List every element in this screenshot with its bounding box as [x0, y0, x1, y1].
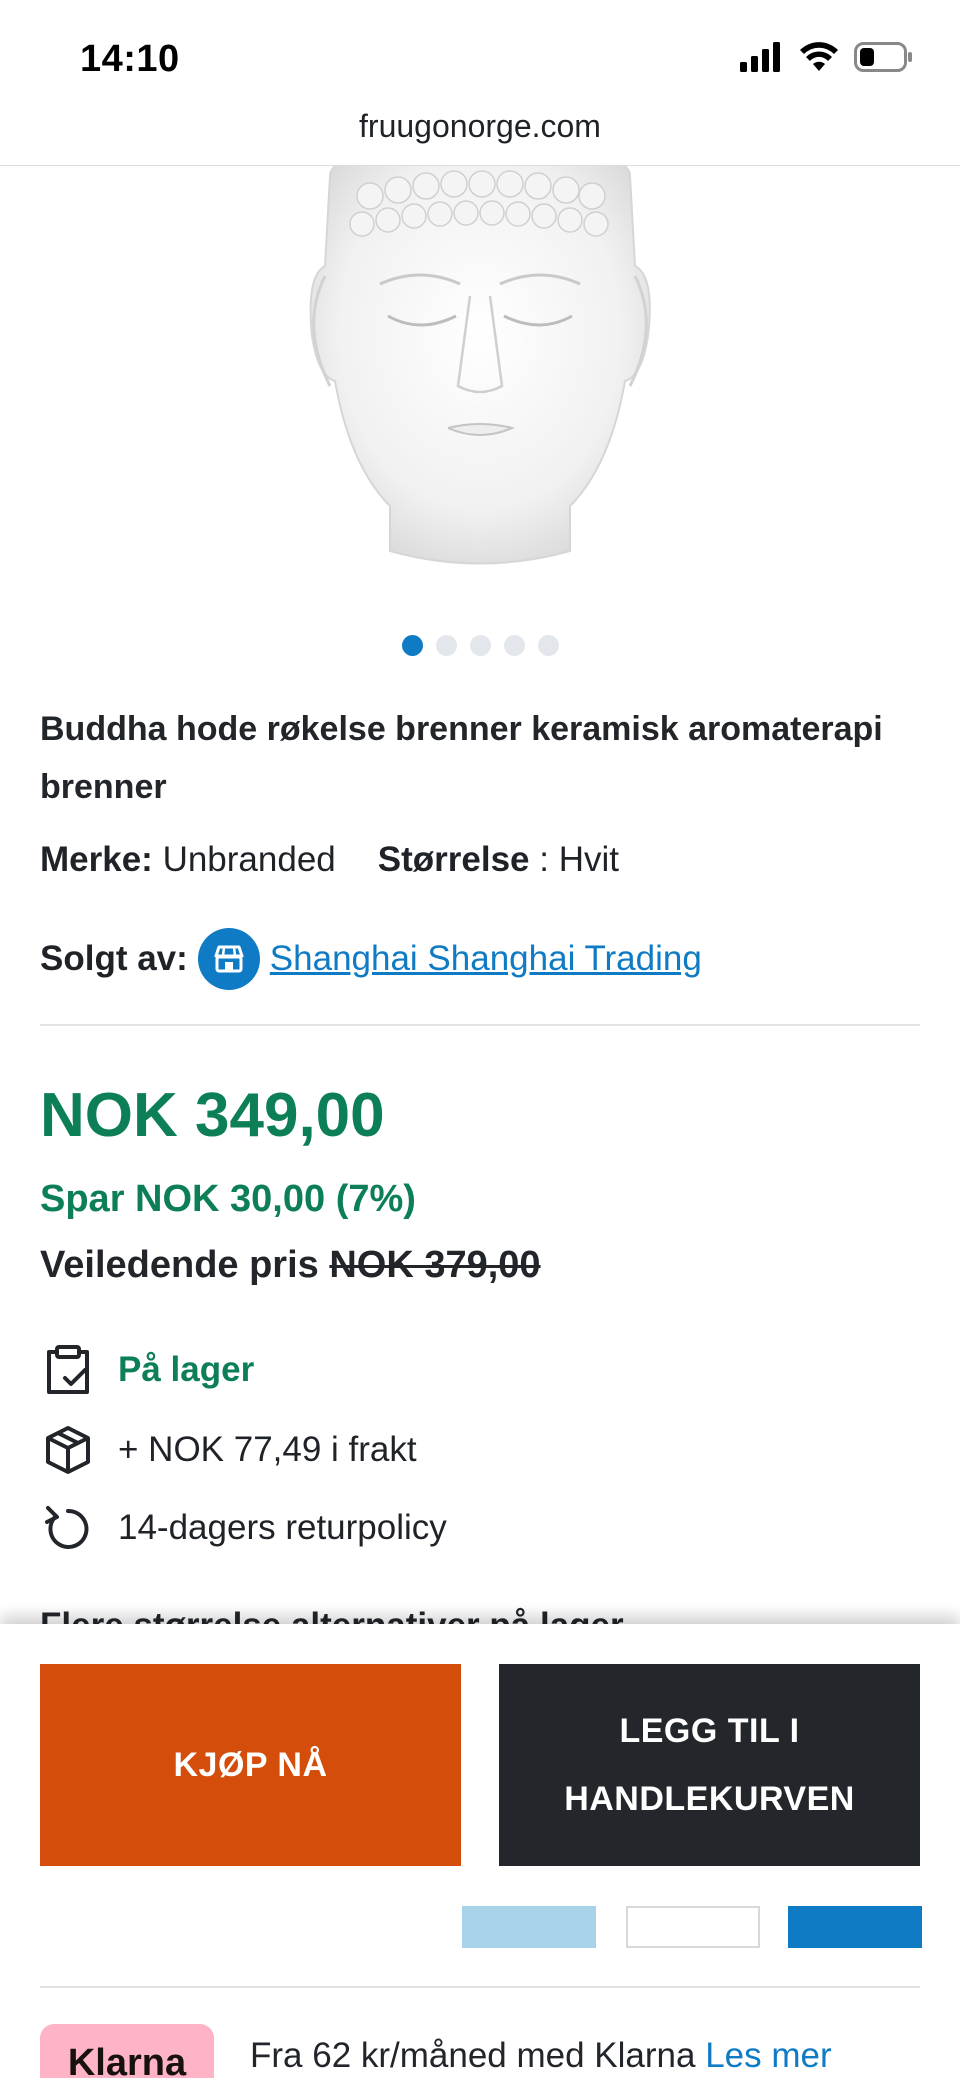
- seller-row: Solgt av: Shanghai Shanghai Trading: [40, 928, 702, 990]
- panel-divider: [40, 1986, 920, 1988]
- product-attributes: Merke: Unbranded Størrelse : Hvit: [40, 840, 619, 880]
- section-divider: [40, 1024, 920, 1026]
- klarna-read-more-link[interactable]: Les mer: [705, 2036, 831, 2075]
- returns-row: 14-dagers returpolicy: [40, 1500, 447, 1556]
- klarna-installment-text: Fra 62 kr/måned med Klarna: [250, 2036, 706, 2075]
- stock-row: På lager: [40, 1342, 254, 1398]
- rrp-label: Veiledende pris: [40, 1244, 330, 1286]
- rrp-value: NOK 379,00: [329, 1244, 541, 1286]
- buy-now-button[interactable]: KJØP NÅ: [40, 1664, 461, 1866]
- payment-option-light-blue[interactable]: [462, 1906, 596, 1948]
- shipping-cost: + NOK 77,49 i frakt: [118, 1430, 417, 1469]
- size-label: Størrelse: [377, 840, 530, 879]
- add-to-cart-button[interactable]: LEGG TIL I HANDLEKURVEN: [499, 1664, 920, 1866]
- status-time: 14:10: [80, 38, 180, 80]
- klarna-info: Fra 62 kr/måned med Klarna Les mer: [250, 2036, 832, 2076]
- wifi-icon: [800, 42, 838, 71]
- add-to-cart-line1: LEGG TIL I: [619, 1712, 800, 1750]
- seller-label: Solgt av:: [40, 939, 188, 978]
- payment-option-blue[interactable]: [788, 1906, 922, 1948]
- recommended-price: Veiledende pris NOK 379,00: [40, 1244, 541, 1287]
- more-sizes-heading: Flere størrelse alternativer på lager: [40, 1606, 624, 1626]
- product-price: NOK 349,00: [40, 1081, 385, 1150]
- status-bar: 14:10: [0, 0, 960, 112]
- gallery-dot-5[interactable]: [537, 635, 559, 656]
- gallery-dot-2[interactable]: [435, 635, 457, 656]
- store-icon: [197, 928, 260, 990]
- payment-option-white[interactable]: [626, 1906, 760, 1948]
- return-arrow-icon: [40, 1500, 96, 1556]
- status-icons: [740, 42, 914, 72]
- signal-icon: [740, 42, 780, 72]
- brand-value: Unbranded: [162, 840, 336, 879]
- clipboard-check-icon: [40, 1342, 96, 1398]
- gallery-dot-3[interactable]: [469, 635, 491, 656]
- product-image[interactable]: [270, 166, 690, 566]
- klarna-logo: Klarna: [40, 2024, 214, 2078]
- add-to-cart-line2: HANDLEKURVEN: [564, 1780, 855, 1818]
- size-value: : Hvit: [539, 840, 619, 879]
- gallery-dot-4[interactable]: [503, 635, 525, 656]
- seller-link[interactable]: Shanghai Shanghai Trading: [270, 939, 702, 979]
- sticky-action-panel: KJØP NÅ LEGG TIL I HANDLEKURVEN Klarna F…: [0, 1624, 960, 2078]
- gallery-dot-1[interactable]: [401, 635, 423, 656]
- package-icon: [40, 1422, 96, 1478]
- gallery-dots: [0, 635, 960, 656]
- shipping-row: + NOK 77,49 i frakt: [40, 1422, 417, 1478]
- battery-icon: [854, 42, 912, 72]
- return-policy: 14-dagers returpolicy: [118, 1508, 447, 1547]
- buddha-head-image: [309, 166, 651, 565]
- product-title: Buddha hode røkelse brenner keramisk aro…: [40, 710, 883, 806]
- url-bar[interactable]: fruugonorge.com: [0, 108, 960, 166]
- savings-text: Spar NOK 30,00 (7%): [40, 1178, 416, 1220]
- brand-label: Merke:: [40, 840, 153, 879]
- stock-status: På lager: [118, 1350, 255, 1389]
